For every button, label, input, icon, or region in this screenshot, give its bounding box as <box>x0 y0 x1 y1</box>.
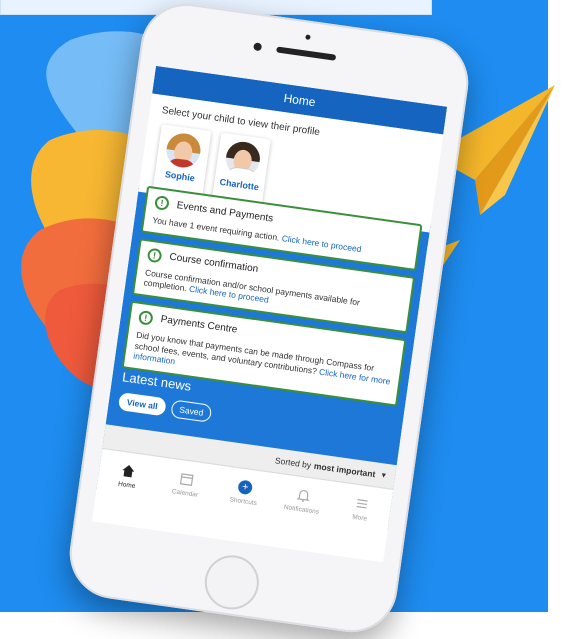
tab-more[interactable]: More <box>334 492 387 525</box>
menu-icon <box>336 492 388 515</box>
home-icon <box>103 459 155 482</box>
tab-label: More <box>351 513 368 523</box>
tab-notifications[interactable]: Notifications <box>276 484 329 517</box>
avatar <box>223 139 263 179</box>
sort-value: most important <box>313 460 377 480</box>
tab-home[interactable]: Home <box>102 459 155 492</box>
avatar <box>164 131 203 170</box>
marketing-scene: Home Select your child to view their pro… <box>0 0 583 639</box>
app-screen: Home Select your child to view their pro… <box>91 65 448 563</box>
chevron-down-icon: ▼ <box>379 471 388 480</box>
tab-label: Home <box>117 480 136 490</box>
speaker-grille <box>276 46 337 61</box>
home-button <box>201 551 263 613</box>
alert-icon: ! <box>154 195 170 211</box>
plus-icon: + <box>219 475 271 498</box>
camera-icon <box>253 42 263 52</box>
tab-shortcuts[interactable]: + Shortcuts <box>218 475 271 508</box>
child-name: Sophie <box>164 169 196 184</box>
alert-icon: ! <box>146 247 163 264</box>
sensor-icon <box>305 34 311 41</box>
tab-label: Notifications <box>283 503 320 516</box>
card-title: Payments Centre <box>159 314 238 337</box>
calendar-icon <box>161 467 213 490</box>
child-name: Charlotte <box>219 176 260 193</box>
alert-icon: ! <box>137 309 154 326</box>
sort-prefix: Sorted by <box>274 455 312 471</box>
tab-label: Calendar <box>171 487 199 499</box>
tab-calendar[interactable]: Calendar <box>160 467 213 500</box>
tab-label: Shortcuts <box>229 495 258 507</box>
